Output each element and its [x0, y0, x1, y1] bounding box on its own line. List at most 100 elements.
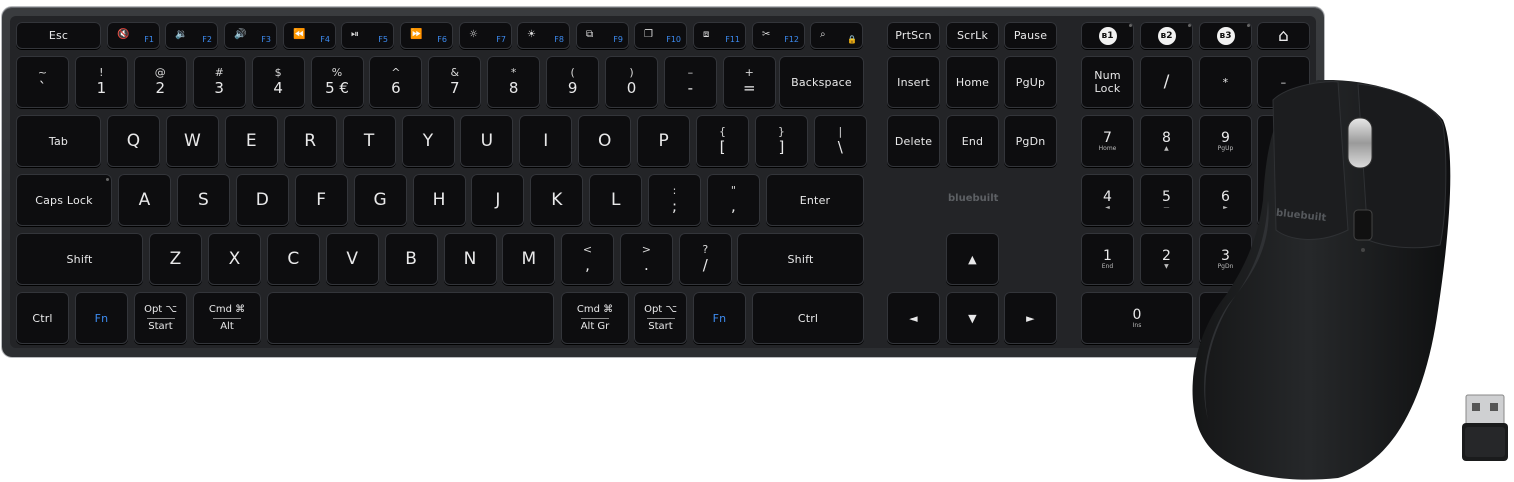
left-fn-key[interactable]: Fn [75, 292, 128, 344]
right-shift-key[interactable]: Shift [737, 233, 864, 285]
caps-lock-key[interactable]: Caps Lock [16, 174, 112, 226]
f12-key[interactable]: ✂ F12 [752, 22, 805, 49]
home-key[interactable]: ⌂ [1257, 22, 1310, 49]
arrow-down-key[interactable]: ▼ [946, 292, 999, 344]
numpad-7-key[interactable]: 7 Home [1081, 115, 1134, 167]
left-shift-key[interactable]: Shift [16, 233, 143, 285]
left-cmd-key[interactable]: Cmd ⌘ Alt [193, 292, 261, 344]
f3-key[interactable]: 🔊 F3 [224, 22, 277, 49]
key-j[interactable]: J [471, 174, 525, 226]
key-o[interactable]: O [578, 115, 632, 167]
left-ctrl-key[interactable]: Ctrl [16, 292, 69, 344]
key-7[interactable]: ^ 6 [369, 56, 423, 108]
pause-key[interactable]: Pause [1004, 22, 1057, 49]
f4-key[interactable]: ⏪ F4 [283, 22, 336, 49]
key-8[interactable]: & 7 [428, 56, 482, 108]
key-c[interactable]: C [266, 233, 320, 285]
key-y[interactable]: Y [401, 115, 455, 167]
arrow-left-key[interactable]: ◄ [887, 292, 940, 344]
search-lock-key[interactable]: ⌕ 🔒 [810, 22, 863, 49]
numpad-4-key[interactable]: 4 ◄ [1081, 174, 1134, 226]
key-f[interactable]: F [294, 174, 348, 226]
tab-key[interactable]: Tab [16, 115, 101, 167]
key-k[interactable]: K [530, 174, 584, 226]
key-13[interactable]: + = [722, 56, 776, 108]
f5-key[interactable]: ⏯ F5 [341, 22, 394, 49]
numpad-1-key[interactable]: 1 End [1081, 233, 1134, 285]
key-5[interactable]: $4 [251, 56, 305, 108]
bracket-key-1[interactable]: {[ [696, 115, 749, 167]
key-r[interactable]: R [283, 115, 337, 167]
bluetooth-3-key[interactable]: ʙ3 [1199, 22, 1252, 49]
bluetooth-1-key[interactable]: ʙ1 [1081, 22, 1134, 49]
key-l[interactable]: L [589, 174, 643, 226]
numpad-2-key[interactable]: 2 ▼ [1140, 233, 1193, 285]
end-key[interactable]: End [946, 115, 999, 167]
numpad-divide-key[interactable]: / [1140, 56, 1193, 108]
numpad-8-key[interactable]: 8 ▲ [1140, 115, 1193, 167]
key-z[interactable]: Z [149, 233, 202, 285]
left-opt-key[interactable]: Opt ⌥ Start [134, 292, 187, 344]
key-w[interactable]: W [165, 115, 219, 167]
f1-key[interactable]: 🔇 F1 [107, 22, 160, 49]
punct-key-1[interactable]: :; [648, 174, 701, 226]
key-t[interactable]: T [342, 115, 396, 167]
key-p[interactable]: P [637, 115, 691, 167]
key-i[interactable]: I [519, 115, 573, 167]
key-9[interactable]: * 8 [487, 56, 541, 108]
key-6[interactable]: % 5 € [310, 56, 364, 108]
key-12[interactable]: – - [663, 56, 717, 108]
num-lock-key[interactable]: Num Lock [1081, 56, 1134, 108]
key-3[interactable]: @2 [133, 56, 187, 108]
numpad-0-key[interactable]: 0 Ins [1081, 292, 1193, 344]
f7-key[interactable]: ☼ F7 [459, 22, 512, 49]
home-key[interactable]: Home [946, 56, 999, 108]
arrow-up-key[interactable]: ▲ [946, 233, 999, 285]
key-2[interactable]: ! 1 [74, 56, 128, 108]
backspace-key[interactable]: Backspace [779, 56, 864, 108]
enter-key[interactable]: Enter [766, 174, 864, 226]
pgup-key[interactable]: PgUp [1004, 56, 1057, 108]
key-4[interactable]: #3 [192, 56, 246, 108]
key-m[interactable]: M [502, 233, 556, 285]
key-11[interactable]: ) 0 [605, 56, 658, 108]
punct-key-2[interactable]: ", [706, 174, 760, 226]
key-x[interactable]: X [207, 233, 261, 285]
right-fn-key[interactable]: Fn [693, 292, 746, 344]
key-a[interactable]: A [118, 174, 171, 226]
key-b[interactable]: B [384, 233, 438, 285]
scrlk-key[interactable]: ScrLk [946, 22, 999, 49]
key-g[interactable]: G [353, 174, 407, 226]
right-opt-key[interactable]: Opt ⌥ Start [634, 292, 687, 344]
insert-key[interactable]: Insert [887, 56, 940, 108]
f8-key[interactable]: ☀ F8 [517, 22, 570, 49]
f11-key[interactable]: ⧈ F11 [693, 22, 746, 49]
numpad-5-key[interactable]: 5— [1140, 174, 1193, 226]
bracket-key-3[interactable]: | \ [813, 115, 867, 167]
key-n[interactable]: N [443, 233, 497, 285]
arrow-right-key[interactable]: ► [1004, 292, 1057, 344]
key-1[interactable]: ~ ` [16, 56, 69, 108]
spacebar-key[interactable] [267, 292, 554, 344]
f6-key[interactable]: ⏩ F6 [400, 22, 453, 49]
punct-key-5[interactable]: ? / [678, 233, 732, 285]
key-e[interactable]: E [224, 115, 278, 167]
key-v[interactable]: V [325, 233, 379, 285]
key-10[interactable]: (9 [546, 56, 600, 108]
esc-key[interactable]: Esc [16, 22, 101, 49]
key-d[interactable]: D [235, 174, 289, 226]
right-ctrl-key[interactable]: Ctrl [752, 292, 864, 344]
f2-key[interactable]: 🔉 F2 [165, 22, 218, 49]
bracket-key-2[interactable]: }] [754, 115, 808, 167]
key-u[interactable]: U [460, 115, 514, 167]
delete-key[interactable]: Delete [887, 115, 940, 167]
pgdn-key[interactable]: PgDn [1004, 115, 1057, 167]
key-s[interactable]: S [176, 174, 230, 226]
punct-key-3[interactable]: <, [561, 233, 614, 285]
key-h[interactable]: H [412, 174, 466, 226]
bluetooth-2-key[interactable]: ʙ2 [1140, 22, 1193, 49]
punct-key-4[interactable]: >. [619, 233, 673, 285]
key-q[interactable]: Q [107, 115, 160, 167]
right-cmd-key[interactable]: Cmd ⌘ Alt Gr [561, 292, 629, 344]
f9-key[interactable]: ⧉ F9 [576, 22, 629, 49]
